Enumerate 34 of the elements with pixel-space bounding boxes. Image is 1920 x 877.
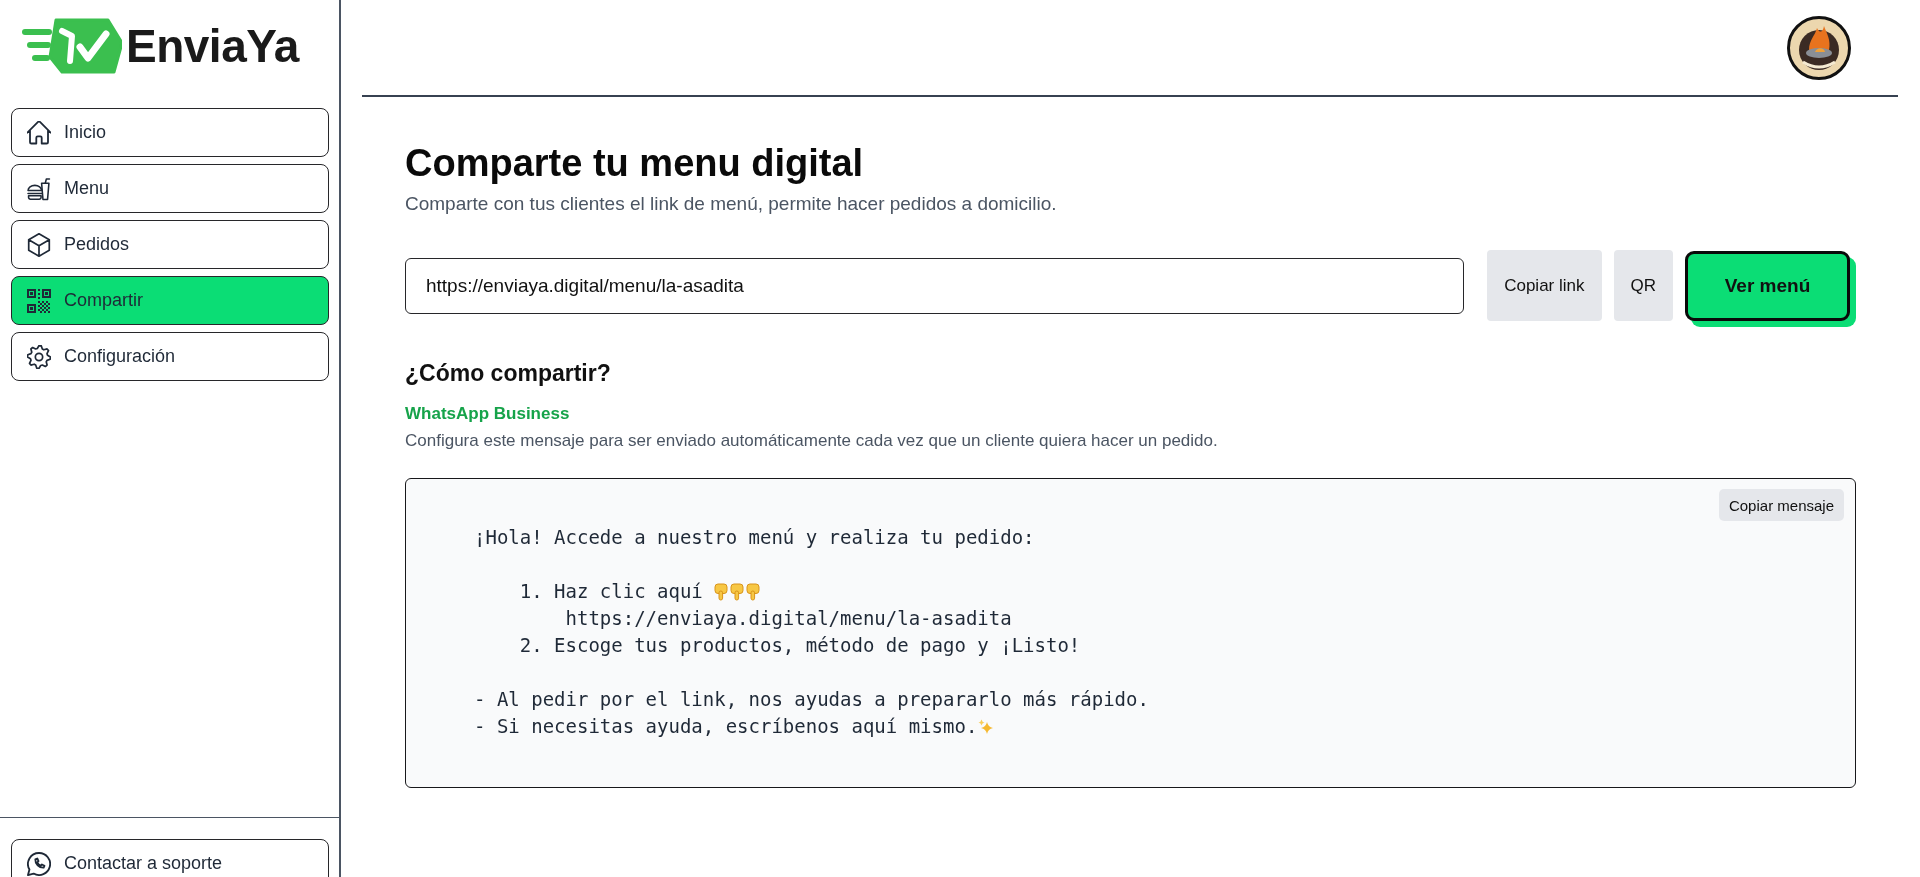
message-line: - Al pedir por el link, nos ayudas a prepararlo más rápido. [474,687,1149,712]
whatsapp-icon [27,851,51,876]
page-title: Comparte tu menu digital [405,141,865,186]
sidebar-item[interactable]: Configuración [11,332,329,381]
pointing-down-hand-icon [729,582,744,601]
qr-code-icon [27,288,51,313]
pointing-down-hand-icon [745,582,760,601]
copy-message-button[interactable]: Copiar mensaje [1718,489,1844,521]
sidebar-item[interactable]: Menu [11,164,329,213]
url-field[interactable]: https://enviaya.digital/menu/la-asadita [405,257,1465,314]
message-line: 1. Haz clic aquí [518,579,703,604]
user-avatar[interactable] [1787,16,1851,80]
section-heading: ¿Cómo compartir? [405,359,612,388]
home-icon [27,120,51,145]
channel-label: WhatsApp Business [405,403,571,425]
sidebar-item[interactable]: Pedidos [11,220,329,269]
message-line: 2. Escoge tus productos, método de pago y ¡Listo! [518,633,1081,658]
qr-button[interactable]: QR [1613,250,1673,321]
settings-icon [27,344,51,369]
sparkle-icon [978,718,995,735]
sidebar-item[interactable]: Inicio [11,108,329,157]
cube-icon [27,232,51,257]
logo-icon [22,17,122,75]
burger-drink-icon [27,176,51,201]
channel-description: Configura este mensaje para ser enviado automáticamente cada vez que un cliente quiera hacer un pedido. [405,430,1219,452]
brand-name: EnviaYa [126,19,299,73]
pointing-down-hand-icon [713,582,728,601]
support-button[interactable]: Contactar a soporte [11,839,329,877]
message-line: - Si necesitas ayuda, escríbenos aquí mismo. [474,714,978,739]
page-subtitle: Comparte con tus clientes el link de menú, permite hacer pedidos a domicilio. [405,192,1058,216]
message-line: ¡Hola! Accede a nuestro menú y realiza tu pedido: [474,525,1035,550]
sidebar-item[interactable]: Compartir [11,276,329,325]
copy-link-button[interactable]: Copiar link [1487,250,1602,321]
message-line: https://enviaya.digital/menu/la-asadita [564,606,1012,631]
